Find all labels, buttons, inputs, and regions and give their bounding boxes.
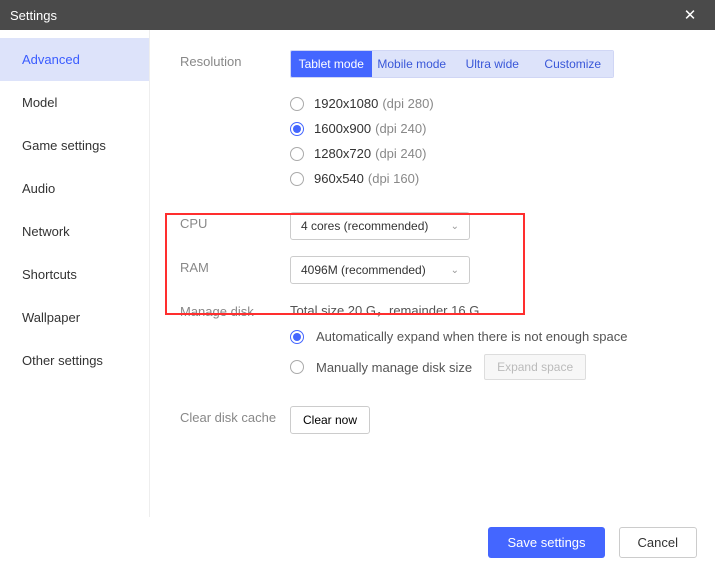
disk-auto-option[interactable]: Automatically expand when there is not e… — [290, 329, 715, 344]
clear-cache-label: Clear disk cache — [180, 406, 290, 434]
mode-customize[interactable]: Customize — [533, 51, 614, 77]
sidebar-item-game-settings[interactable]: Game settings — [0, 124, 149, 167]
cpu-select[interactable]: 4 cores (recommended) ⌄ — [290, 212, 470, 240]
resolution-option[interactable]: 1920x1080 (dpi 280) — [290, 96, 715, 111]
disk-info: Total size 20 G，remainder 16 G — [290, 300, 715, 319]
radio-icon[interactable] — [290, 330, 304, 344]
save-settings-button[interactable]: Save settings — [488, 527, 604, 558]
ram-select[interactable]: 4096M (recommended) ⌄ — [290, 256, 470, 284]
resolution-mode-segmented: Tablet mode Mobile mode Ultra wide Custo… — [290, 50, 614, 78]
close-icon[interactable]: ✕ — [675, 6, 705, 24]
sidebar-item-shortcuts[interactable]: Shortcuts — [0, 253, 149, 296]
radio-icon[interactable] — [290, 172, 304, 186]
resolution-option[interactable]: 1600x900 (dpi 240) — [290, 121, 715, 136]
sidebar-item-audio[interactable]: Audio — [0, 167, 149, 210]
sidebar-item-network[interactable]: Network — [0, 210, 149, 253]
mode-tablet[interactable]: Tablet mode — [291, 51, 372, 77]
cancel-button[interactable]: Cancel — [619, 527, 697, 558]
ram-label: RAM — [180, 256, 290, 284]
titlebar: Settings ✕ — [0, 0, 715, 30]
mode-ultra[interactable]: Ultra wide — [452, 51, 533, 77]
content: Resolution Tablet mode Mobile mode Ultra… — [150, 30, 715, 517]
cpu-label: CPU — [180, 212, 290, 240]
radio-icon[interactable] — [290, 122, 304, 136]
expand-space-button: Expand space — [484, 354, 586, 380]
footer: Save settings Cancel — [0, 517, 715, 567]
disk-manual-option[interactable]: Manually manage disk size Expand space — [290, 354, 715, 380]
mode-mobile[interactable]: Mobile mode — [372, 51, 453, 77]
manage-disk-label: Manage disk — [180, 300, 290, 390]
resolution-label: Resolution — [180, 50, 290, 196]
sidebar-item-wallpaper[interactable]: Wallpaper — [0, 296, 149, 339]
clear-now-button[interactable]: Clear now — [290, 406, 370, 434]
resolution-option[interactable]: 1280x720 (dpi 240) — [290, 146, 715, 161]
chevron-down-icon: ⌄ — [451, 265, 459, 276]
resolution-option[interactable]: 960x540 (dpi 160) — [290, 171, 715, 186]
sidebar-item-model[interactable]: Model — [0, 81, 149, 124]
radio-icon[interactable] — [290, 360, 304, 374]
window-title: Settings — [10, 8, 57, 23]
radio-icon[interactable] — [290, 147, 304, 161]
radio-icon[interactable] — [290, 97, 304, 111]
sidebar-item-other-settings[interactable]: Other settings — [0, 339, 149, 382]
sidebar-item-advanced[interactable]: Advanced — [0, 38, 149, 81]
sidebar: Advanced Model Game settings Audio Netwo… — [0, 30, 150, 517]
chevron-down-icon: ⌄ — [451, 221, 459, 232]
